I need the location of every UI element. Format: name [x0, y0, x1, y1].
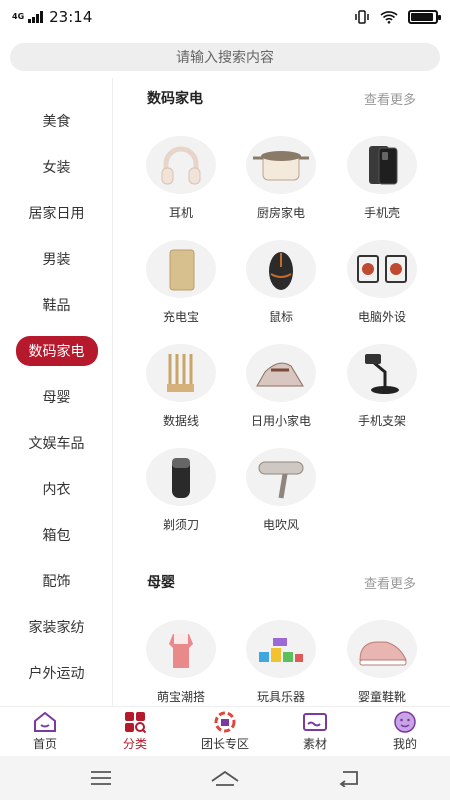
tab-leader-zone[interactable]: 团长专区 — [180, 707, 270, 756]
search-input[interactable]: 请输入搜索内容 — [10, 43, 440, 71]
category-sidebar: 美食 女装 居家日用 男装 鞋品 数码家电 母婴 文娱车品 内衣 箱包 配饰 家… — [0, 78, 113, 706]
category-item-cable[interactable]: 数据线 — [131, 344, 231, 429]
category-item-toys[interactable]: 玩具乐器 — [231, 620, 331, 705]
sidebar-item-mens[interactable]: 男装 — [0, 245, 112, 273]
power-bank-icon — [146, 240, 216, 298]
section-title-digital: 数码家电 — [147, 91, 203, 107]
baby-shoe-icon — [347, 620, 417, 678]
speakers-icon — [347, 240, 417, 298]
network-type: 4G — [12, 12, 25, 21]
leader-zone-icon — [214, 711, 236, 733]
sidebar-item-outdoor[interactable]: 户外运动 — [0, 659, 112, 687]
clock: 23:14 — [49, 8, 93, 26]
section-title-baby: 母婴 — [147, 575, 175, 591]
see-more-baby[interactable]: 查看更多 — [364, 573, 416, 592]
category-item-mouse[interactable]: 鼠标 — [231, 240, 331, 325]
tab-profile[interactable]: 我的 — [360, 707, 450, 756]
wifi-icon — [380, 11, 398, 24]
category-item-phone-stand[interactable]: 手机支架 — [332, 344, 432, 429]
sidebar-item-entertainment[interactable]: 文娱车品 — [0, 429, 112, 457]
material-icon — [303, 713, 327, 731]
see-more-digital[interactable]: 查看更多 — [364, 89, 416, 108]
sidebar-item-home[interactable]: 居家日用 — [0, 199, 112, 227]
category-item-small-appliance[interactable]: 日用小家电 — [231, 344, 331, 429]
tab-material[interactable]: 素材 — [270, 707, 360, 756]
category-icon — [125, 712, 146, 733]
home-nav-icon[interactable] — [210, 769, 240, 787]
category-item-baby-shoes[interactable]: 婴童鞋靴 — [332, 620, 432, 705]
sidebar-item-bags[interactable]: 箱包 — [0, 521, 112, 549]
sidebar-item-accessories[interactable]: 配饰 — [0, 567, 112, 595]
category-item-headphones[interactable]: 耳机 — [131, 136, 231, 221]
phone-case-icon — [347, 136, 417, 194]
shaver-icon — [146, 448, 216, 506]
cooker-icon — [246, 136, 316, 194]
category-item-baby-fashion[interactable]: 萌宝潮搭 — [131, 620, 231, 705]
sidebar-item-home-textile[interactable]: 家装家纺 — [0, 613, 112, 641]
search-placeholder: 请输入搜索内容 — [176, 50, 274, 66]
sidebar-item-underwear[interactable]: 内衣 — [0, 475, 112, 503]
sidebar-item-womens[interactable]: 女装 — [0, 153, 112, 181]
category-item-power-bank[interactable]: 充电宝 — [131, 240, 231, 325]
tab-home[interactable]: 首页 — [0, 707, 90, 756]
category-item-hair-dryer[interactable]: 电吹风 — [231, 448, 331, 533]
status-bar: 4G 23:14 — [0, 0, 450, 34]
category-content: 数码家电 查看更多 耳机 厨房家电 手机壳 充电宝 鼠标 电脑外设 数据线 日用… — [114, 78, 450, 706]
sidebar-item-digital[interactable]: 数码家电 — [0, 336, 112, 366]
category-item-phone-case[interactable]: 手机壳 — [332, 136, 432, 221]
category-item-kitchen[interactable]: 厨房家电 — [231, 136, 331, 221]
tab-category[interactable]: 分类 — [90, 707, 180, 756]
tab-bar: 首页 分类 团长专区 素材 我的 — [0, 706, 450, 756]
toy-blocks-icon — [246, 620, 316, 678]
mouse-icon — [246, 240, 316, 298]
iron-icon — [246, 344, 316, 402]
headphones-icon — [146, 136, 216, 194]
category-item-peripherals[interactable]: 电脑外设 — [332, 240, 432, 325]
battery-icon — [408, 10, 441, 24]
home-icon — [34, 711, 56, 732]
hair-dryer-icon — [246, 448, 316, 506]
sidebar-item-baby[interactable]: 母婴 — [0, 383, 112, 411]
category-item-shaver[interactable]: 剃须刀 — [131, 448, 231, 533]
system-nav-bar — [0, 756, 450, 800]
baby-dress-icon — [146, 620, 216, 678]
back-icon[interactable] — [337, 769, 361, 787]
cable-icon — [146, 344, 216, 402]
signal-icon — [28, 11, 44, 23]
vibrate-icon — [355, 10, 369, 24]
menu-icon[interactable] — [89, 770, 113, 786]
phone-stand-icon — [347, 344, 417, 402]
profile-icon — [394, 711, 416, 733]
sidebar-item-shoes[interactable]: 鞋品 — [0, 291, 112, 319]
sidebar-item-food[interactable]: 美食 — [0, 107, 112, 135]
